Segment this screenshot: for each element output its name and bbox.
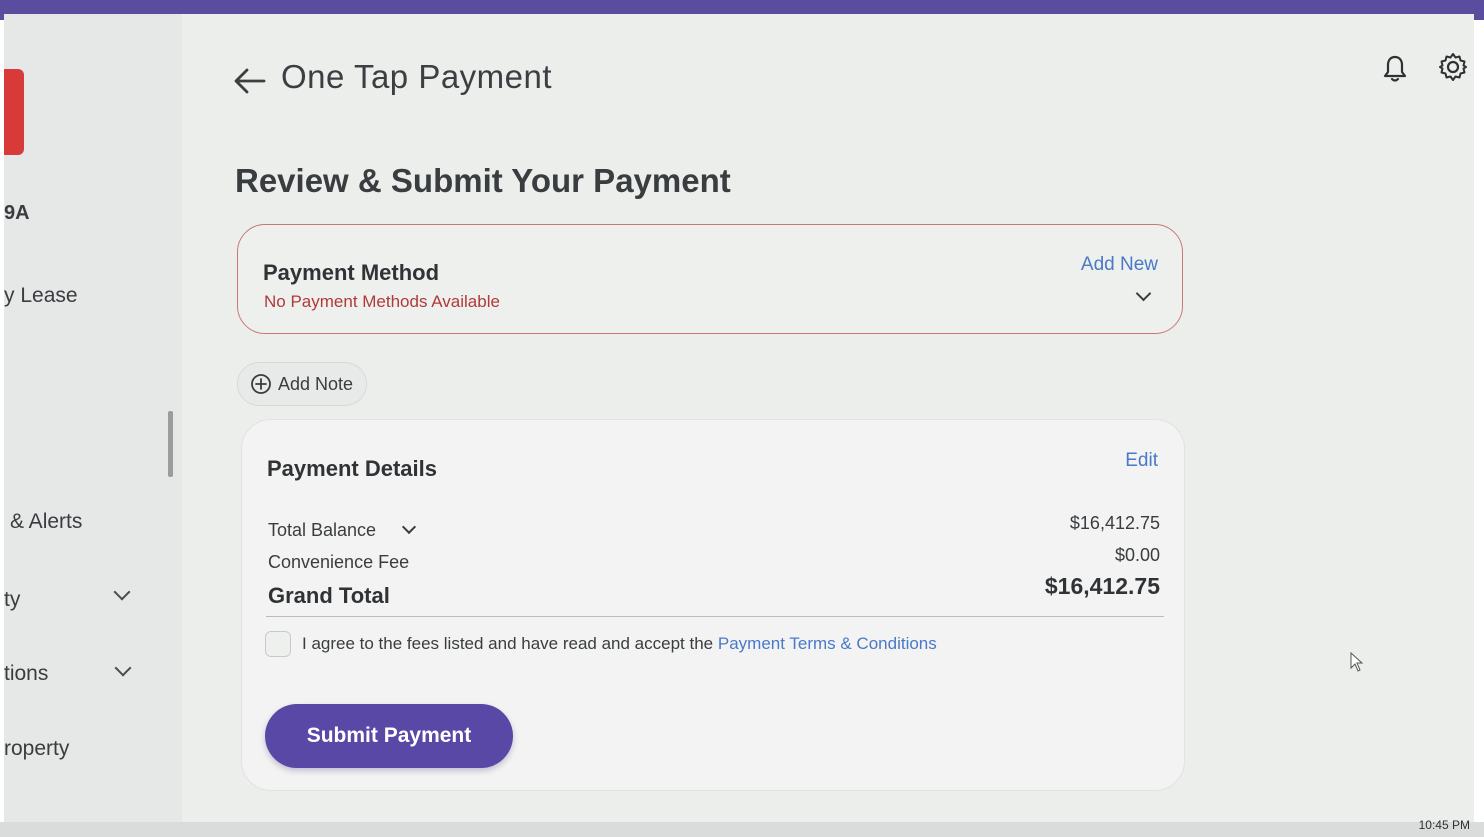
terms-link[interactable]: Payment Terms & Conditions <box>718 634 937 653</box>
agree-statement: I agree to the fees listed and have read… <box>302 634 714 653</box>
agree-checkbox[interactable] <box>265 631 291 657</box>
total-balance-label[interactable]: Total Balance <box>268 520 376 541</box>
chevron-down-icon[interactable] <box>114 659 132 677</box>
sidebar-scrollbar[interactable] <box>168 411 173 477</box>
section-heading: Review & Submit Your Payment <box>235 162 731 199</box>
gear-icon[interactable] <box>1438 52 1468 82</box>
mouse-cursor-icon <box>1350 652 1364 672</box>
payment-details-title: Payment Details <box>267 456 437 481</box>
brand-logo[interactable] <box>4 69 24 155</box>
chevron-down-icon[interactable] <box>401 519 417 535</box>
payment-details-card: Payment Details Edit Total Balance $16,4… <box>241 419 1185 791</box>
divider <box>266 616 1164 617</box>
page-title: One Tap Payment <box>281 58 553 95</box>
sidebar-unit-code: 9A <box>4 202 30 224</box>
sidebar-item-alerts[interactable]: & Alerts <box>10 510 82 534</box>
sidebar-item-ty[interactable]: ty <box>4 588 20 612</box>
submit-payment-button[interactable]: Submit Payment <box>265 704 513 768</box>
convenience-fee-value: $0.00 <box>1114 545 1160 565</box>
add-new-link[interactable]: Add New <box>1081 254 1158 276</box>
app-screen: 9A y Lease & Alerts ty tions roperty One… <box>4 14 1474 822</box>
sidebar: 9A y Lease & Alerts ty tions roperty <box>4 14 182 822</box>
chevron-down-icon[interactable] <box>113 583 131 601</box>
convenience-fee-label: Convenience Fee <box>268 552 410 572</box>
agree-text: I agree to the fees listed and have read… <box>302 634 937 654</box>
grand-total-value: $16,412.75 <box>1044 573 1160 599</box>
total-balance-value: $16,412.75 <box>1069 513 1160 533</box>
back-arrow-icon[interactable] <box>232 66 268 96</box>
sidebar-item-property[interactable]: roperty <box>4 737 69 761</box>
bell-icon[interactable] <box>1382 54 1408 84</box>
chevron-down-icon[interactable] <box>1135 285 1152 302</box>
sidebar-item-tions[interactable]: tions <box>4 662 48 686</box>
payment-method-status: No Payment Methods Available <box>264 292 500 311</box>
payment-method-card[interactable]: Payment Method No Payment Methods Availa… <box>237 224 1183 334</box>
payment-method-title: Payment Method <box>263 260 440 285</box>
taskbar <box>0 822 1484 837</box>
add-note-label: Add Note <box>278 373 354 394</box>
edit-link[interactable]: Edit <box>1125 450 1158 472</box>
grand-total-label: Grand Total <box>268 583 390 608</box>
plus-circle-icon <box>251 374 271 394</box>
taskbar-clock: 10:45 PM <box>1418 818 1470 832</box>
sidebar-item-lease[interactable]: y Lease <box>4 284 78 308</box>
add-note-button[interactable]: Add Note <box>237 362 367 406</box>
